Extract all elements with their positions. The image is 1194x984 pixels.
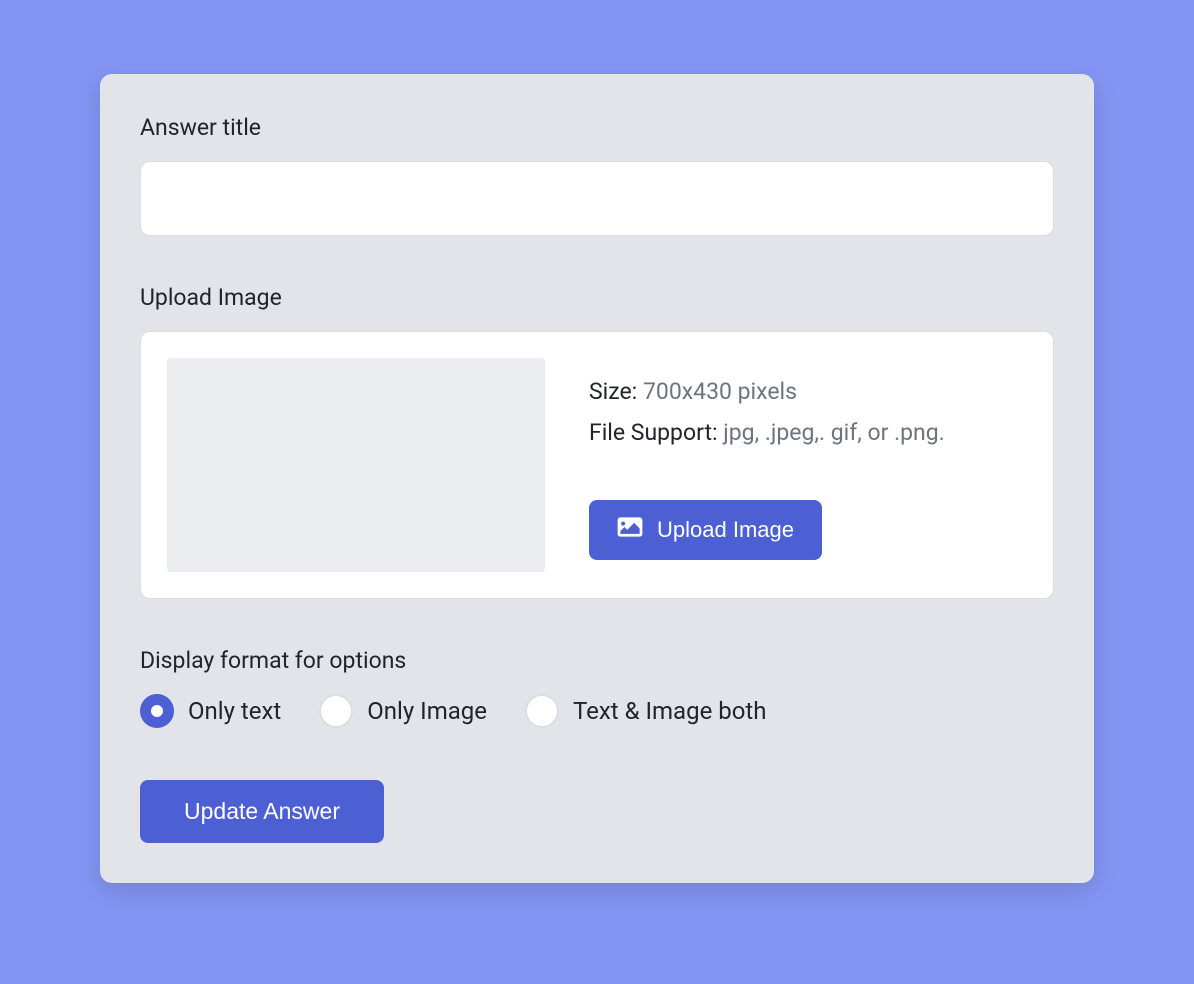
size-info: Size: 700x430 pixels bbox=[589, 378, 945, 405]
radio-label: Only Image bbox=[367, 697, 487, 725]
file-support-info: File Support: jpg, .jpeg,. gif, or .png. bbox=[589, 419, 945, 446]
upload-image-button[interactable]: Upload Image bbox=[589, 500, 822, 560]
answer-title-label: Answer title bbox=[140, 114, 1054, 141]
answer-title-input[interactable] bbox=[140, 161, 1054, 236]
file-support-value: jpg, .jpeg,. gif, or .png. bbox=[723, 419, 944, 446]
upload-image-label: Upload Image bbox=[140, 284, 1054, 311]
image-icon bbox=[617, 516, 643, 544]
upload-info: Size: 700x430 pixels File Support: jpg, … bbox=[589, 358, 945, 572]
radio-circle bbox=[140, 694, 174, 728]
update-answer-button[interactable]: Update Answer bbox=[140, 780, 384, 843]
radio-inner bbox=[151, 705, 163, 717]
size-label: Size: bbox=[589, 378, 637, 405]
upload-button-label: Upload Image bbox=[657, 517, 794, 543]
radio-label: Text & Image both bbox=[573, 697, 767, 725]
display-format-section: Display format for options Only text Onl… bbox=[140, 647, 1054, 728]
file-support-label: File Support: bbox=[589, 419, 718, 446]
answer-title-section: Answer title bbox=[140, 114, 1054, 236]
radio-circle bbox=[319, 694, 353, 728]
radio-only-text[interactable]: Only text bbox=[140, 694, 281, 728]
radio-circle bbox=[525, 694, 559, 728]
radio-text-image-both[interactable]: Text & Image both bbox=[525, 694, 767, 728]
upload-image-section: Upload Image Size: 700x430 pixels File S… bbox=[140, 284, 1054, 599]
form-card: Answer title Upload Image Size: 700x430 … bbox=[100, 74, 1094, 883]
radio-only-image[interactable]: Only Image bbox=[319, 694, 487, 728]
upload-box: Size: 700x430 pixels File Support: jpg, … bbox=[140, 331, 1054, 599]
image-preview-placeholder bbox=[167, 358, 545, 572]
radio-label: Only text bbox=[188, 697, 281, 725]
display-format-label: Display format for options bbox=[140, 647, 1054, 674]
size-value: 700x430 pixels bbox=[643, 378, 797, 405]
display-format-radio-group: Only text Only Image Text & Image both bbox=[140, 694, 1054, 728]
